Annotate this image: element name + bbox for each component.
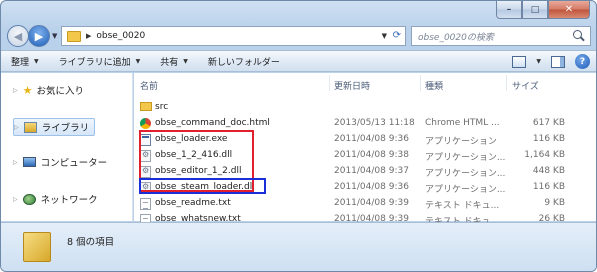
column-type[interactable]: 種類 (425, 79, 443, 92)
view-options-chevron-icon[interactable]: ▼ (536, 58, 541, 65)
explorer-window: – □ ✕ ◀ ▶ ▼ ▶ obse_0020 ▼ ⟳ obse_0020の検索… (0, 0, 597, 272)
file-type: アプリケーション... (425, 185, 506, 195)
nav-item-network[interactable]: ▷ ネットワーク (13, 192, 98, 206)
txt-icon (140, 198, 151, 210)
library-icon (23, 121, 37, 133)
organize-label: 整理 (11, 57, 30, 68)
file-date: 2011/04/08 9:38 (334, 150, 409, 160)
file-date: 2011/04/08 9:36 (334, 182, 409, 192)
search-input[interactable]: obse_0020の検索 (418, 30, 573, 43)
column-name[interactable]: 名前 (140, 79, 158, 92)
column-divider[interactable] (329, 75, 330, 91)
file-name: src (155, 102, 169, 112)
help-icon[interactable]: ? (575, 54, 590, 69)
star-icon: ★ (22, 83, 33, 97)
new-folder-label: 新しいフォルダー (207, 57, 280, 68)
file-row[interactable]: src (134, 100, 596, 115)
file-name: obse_readme.txt (155, 198, 231, 208)
highlight-box-blue (139, 178, 266, 194)
file-row[interactable]: obse_command_doc.html 2013/05/13 11:18 C… (134, 116, 596, 131)
column-divider[interactable] (506, 75, 507, 91)
expand-arrow-icon[interactable]: ▷ (14, 124, 19, 131)
computer-icon (22, 157, 36, 167)
address-bar[interactable]: ▶ obse_0020 ▼ ⟳ (61, 26, 406, 46)
file-row[interactable]: obse_readme.txt 2011/04/08 9:39 テキスト ドキュ… (134, 196, 596, 211)
view-controls: ▼ ? (512, 54, 590, 69)
file-date: 2011/04/08 9:37 (334, 166, 409, 176)
share-label: 共有 (160, 57, 179, 68)
nav-item-libraries[interactable]: ▷ ライブラリ (13, 118, 96, 136)
file-size: 448 KB (532, 166, 565, 176)
minimize-button[interactable]: – (496, 1, 522, 19)
file-size: 9 KB (544, 198, 565, 208)
folder-icon (67, 30, 81, 42)
nav-computer-label: コンピューター (40, 158, 108, 169)
recent-pages-chevron-icon[interactable]: ▼ (52, 32, 57, 40)
nav-item-favorites[interactable]: ▷ ★ お気に入り (13, 83, 85, 98)
expand-arrow-icon[interactable]: ▷ (13, 159, 18, 166)
chevron-down-icon: ▼ (183, 57, 188, 65)
breadcrumb-current[interactable]: obse_0020 (96, 31, 145, 41)
file-type: テキスト ドキュ... (425, 201, 500, 211)
column-date[interactable]: 更新日時 (334, 79, 370, 92)
add-to-library-button[interactable]: ライブラリに追加 ▼ (59, 55, 141, 68)
file-size: 116 KB (532, 182, 565, 192)
details-pane: 8 個の項目 (1, 222, 596, 271)
file-type: アプリケーション... (425, 169, 506, 179)
nav-favorites-label: お気に入り (36, 86, 85, 97)
column-divider[interactable] (420, 75, 421, 91)
network-icon (22, 193, 36, 205)
nav-item-computer[interactable]: ▷ コンピューター (13, 155, 107, 169)
folder-icon (23, 232, 51, 262)
chevron-down-icon: ▼ (34, 57, 39, 65)
nav-network-label: ネットワーク (40, 195, 98, 206)
forward-button[interactable]: ▶ (28, 25, 50, 47)
close-button[interactable]: ✕ (548, 1, 590, 19)
file-type: アプリケーション (425, 137, 497, 147)
change-view-icon[interactable] (512, 55, 527, 68)
maximize-button[interactable]: □ (522, 1, 548, 19)
expand-arrow-icon[interactable]: ▷ (13, 196, 18, 203)
chevron-down-icon: ▼ (135, 57, 141, 65)
column-header: 名前 更新日時 種類 サイズ (134, 73, 596, 95)
back-arrow-icon: ◀ (13, 29, 23, 43)
forward-arrow-icon: ▶ (34, 29, 44, 43)
preview-pane-icon[interactable] (551, 55, 565, 68)
new-folder-button[interactable]: 新しいフォルダー (208, 55, 280, 68)
address-row: ◀ ▶ ▼ ▶ obse_0020 ▼ ⟳ obse_0020の検索 (1, 23, 596, 49)
nav-libraries-label: ライブラリ (41, 123, 90, 134)
file-type: Chrome HTML ... (425, 118, 500, 128)
command-bar: 整理 ▼ ライブラリに追加 ▼ 共有 ▼ 新しいフォルダー ▼ ? (1, 50, 596, 72)
search-box[interactable]: obse_0020の検索 (411, 26, 591, 46)
file-date: 2011/04/08 9:39 (334, 198, 409, 208)
folder-icon (140, 102, 152, 111)
address-dropdown-icon[interactable]: ▼ (382, 32, 387, 40)
navigation-pane: ▷ ★ お気に入り ▷ ライブラリ ▷ コンピューター ▷ ネットワーク (1, 73, 133, 221)
share-button[interactable]: 共有 ▼ (160, 55, 188, 68)
file-list: 名前 更新日時 種類 サイズ src obse_command_doc.html… (134, 73, 596, 227)
add-to-library-label: ライブラリに追加 (58, 57, 131, 68)
file-size: 617 KB (532, 118, 565, 128)
caption-buttons: – □ ✕ (496, 1, 590, 19)
chrome-html-icon (140, 118, 151, 129)
file-size: 1,164 KB (524, 150, 565, 160)
column-size[interactable]: サイズ (512, 79, 539, 92)
breadcrumb-arrow-icon[interactable]: ▶ (86, 32, 91, 40)
refresh-icon[interactable]: ⟳ (393, 30, 401, 41)
file-date: 2011/04/08 9:36 (334, 134, 409, 144)
file-type: アプリケーション... (425, 153, 506, 163)
search-icon[interactable] (573, 30, 585, 42)
file-size: 116 KB (532, 134, 565, 144)
expand-arrow-icon[interactable]: ▷ (13, 87, 18, 94)
file-name: obse_command_doc.html (155, 118, 270, 128)
back-button[interactable]: ◀ (7, 25, 29, 47)
file-date: 2013/05/13 11:18 (334, 118, 415, 128)
item-count: 8 個の項目 (67, 237, 115, 248)
organize-button[interactable]: 整理 ▼ (11, 55, 39, 68)
